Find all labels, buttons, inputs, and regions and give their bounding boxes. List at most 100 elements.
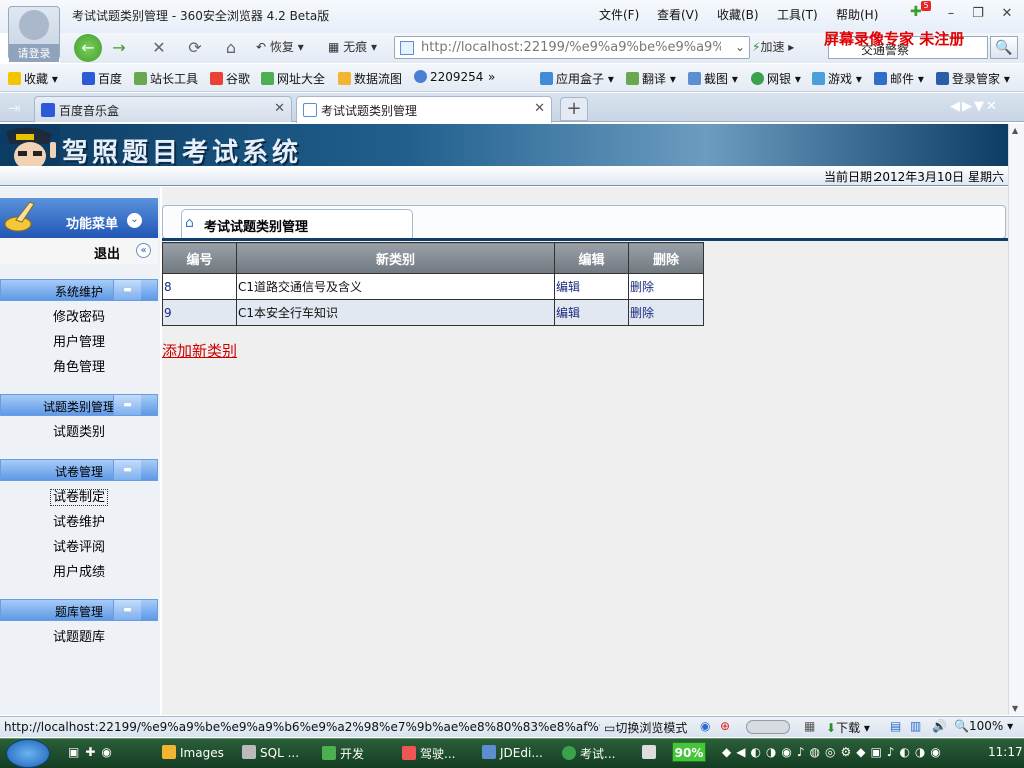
forward-button[interactable]: → xyxy=(106,36,132,60)
refresh-button[interactable]: ⟳ xyxy=(182,36,208,60)
bookmark-mail[interactable]: 邮件 ▾ xyxy=(874,70,924,87)
page-tool-icon[interactable]: ▥ xyxy=(910,719,921,733)
bookmark-sites[interactable]: 网址大全 xyxy=(261,70,325,87)
bookmark-favorites[interactable]: 收藏 ▾ xyxy=(8,70,58,87)
stop-button[interactable]: ✕ xyxy=(146,36,172,60)
bookmark-2209254[interactable]: 2209254 xyxy=(414,70,483,84)
section-system-maintenance[interactable]: 系统维护 ▬ xyxy=(0,279,158,301)
bookmark-games[interactable]: 游戏 ▾ xyxy=(812,70,862,87)
download-button[interactable]: ⬇下载 ▾ xyxy=(826,719,870,736)
taskbar-item-images[interactable]: Images xyxy=(162,745,224,760)
bookmark-dataflow[interactable]: 数据流图 xyxy=(338,70,402,87)
section-question-bank[interactable]: 题库管理 ▬ xyxy=(0,599,158,621)
logout-link[interactable]: 退出 xyxy=(94,243,120,262)
bookmark-google[interactable]: 谷歌 xyxy=(210,70,250,87)
edit-link[interactable]: 编辑 xyxy=(556,306,580,320)
volume-icon[interactable]: 🔊 xyxy=(932,719,947,733)
address-dropdown-icon[interactable]: ⌄ xyxy=(735,40,745,54)
section-question-category[interactable]: 试题类别管理 ▬ xyxy=(0,394,158,416)
delete-link[interactable]: 删除 xyxy=(630,280,654,294)
taskbar-item-dev[interactable]: 开发 xyxy=(322,745,364,762)
section-toggle-icon[interactable]: ▬ xyxy=(113,395,141,415)
back-button[interactable]: ← xyxy=(74,34,102,62)
close-tab-icon[interactable]: ✕ xyxy=(274,101,285,116)
section-toggle-icon[interactable]: ▬ xyxy=(113,460,141,480)
menu-view[interactable]: 查看(V) xyxy=(657,6,699,23)
new-tab-button[interactable]: + xyxy=(560,97,588,121)
security-icon[interactable]: ⊕ xyxy=(720,719,730,733)
bookmark-bank[interactable]: 网银 ▾ xyxy=(751,70,801,87)
close-tab-icon[interactable]: ✕ xyxy=(534,101,545,116)
menu-favorites[interactable]: 收藏(B) xyxy=(717,6,759,23)
logout-row[interactable]: 退出 « xyxy=(0,238,158,264)
sidebar-item-maintain-paper[interactable]: 试卷维护 xyxy=(0,511,158,530)
sidebar-toggle-icon[interactable]: ⇥ xyxy=(8,99,21,117)
bookmark-webmaster[interactable]: 站长工具 xyxy=(134,70,198,87)
restore-button[interactable]: ↶ 恢复 ▾ xyxy=(256,38,304,55)
taskbar-item-driving[interactable]: 驾驶... xyxy=(402,745,455,762)
ie-mode-icon[interactable]: ◉ xyxy=(700,719,710,733)
close-window-icon[interactable]: ✕ xyxy=(998,6,1016,22)
address-text[interactable]: http://localhost:22199/%e9%a9%be%e9%a9%b… xyxy=(421,40,721,55)
accelerate-button[interactable]: ⚡加速 ▸ xyxy=(752,38,794,55)
sidebar-item-question-bank[interactable]: 试题题库 xyxy=(0,626,158,645)
column-header-edit[interactable]: 编辑 xyxy=(554,242,629,274)
menu-tools[interactable]: 工具(T) xyxy=(777,6,818,23)
tab-baidu-music[interactable]: 百度音乐盒 ✕ xyxy=(34,96,292,122)
history-icon[interactable]: ▦ xyxy=(804,719,815,733)
sidebar-item-user-scores[interactable]: 用户成绩 xyxy=(0,561,158,580)
system-tray-icons[interactable]: ◆◀◐◑◉♪◍◎⚙◆▣♪◐◑◉ xyxy=(722,745,946,759)
percent-indicator[interactable]: 90% xyxy=(672,742,706,762)
sidebar-item-user-management[interactable]: 用户管理 xyxy=(0,331,158,350)
menu-file[interactable]: 文件(F) xyxy=(599,6,639,23)
collapse-sidebar-icon[interactable]: « xyxy=(136,243,151,258)
column-header-delete[interactable]: 删除 xyxy=(628,242,704,274)
bookmark-app-box[interactable]: 应用盒子 ▾ xyxy=(540,70,614,87)
edit-link[interactable]: 编辑 xyxy=(556,280,580,294)
user-avatar[interactable]: 请登录 xyxy=(8,6,60,62)
bookmark-baidu[interactable]: 百度 xyxy=(82,70,122,87)
restore-window-icon[interactable]: ❐ xyxy=(969,6,987,22)
scroll-up-icon[interactable]: ▲ xyxy=(1012,126,1018,135)
tab-exam-category[interactable]: 考试试题类别管理 ✕ xyxy=(296,96,552,123)
private-mode-button[interactable]: ▦ 无痕 ▾ xyxy=(328,38,377,55)
zoom-control[interactable]: 🔍100% ▾ xyxy=(954,719,1013,733)
taskbar-item-jdedit[interactable]: JDEdi... xyxy=(482,745,543,760)
search-icon[interactable]: 🔍 xyxy=(990,36,1018,59)
avatar-login-label[interactable]: 请登录 xyxy=(9,44,59,62)
tools-icon[interactable]: ▤ xyxy=(890,719,901,733)
address-bar[interactable]: http://localhost:22199/%e9%a9%be%e9%a9%b… xyxy=(394,36,750,59)
sidebar-item-create-paper[interactable]: 试卷制定 xyxy=(0,486,158,506)
create-paper-label[interactable]: 试卷制定 xyxy=(49,489,109,506)
home-button[interactable]: ⌂ xyxy=(218,36,244,60)
menu-help[interactable]: 帮助(H) xyxy=(836,6,878,23)
tab-scroll-controls[interactable]: ◀▶▼✕ xyxy=(950,99,999,114)
add-category-link[interactable]: 添加新类别 xyxy=(162,340,237,361)
section-toggle-icon[interactable]: ▬ xyxy=(113,600,141,620)
sidebar-item-role-management[interactable]: 角色管理 xyxy=(0,356,158,375)
collapse-menu-icon[interactable]: ⌄ xyxy=(127,213,142,228)
quick-launch-icons[interactable]: ▣✚◉ xyxy=(68,745,118,759)
bookmark-screenshot[interactable]: 截图 ▾ xyxy=(688,70,738,87)
minimize-icon[interactable]: – xyxy=(942,6,960,22)
sidebar-item-question-category[interactable]: 试题类别 xyxy=(0,421,158,440)
taskbar-item-window[interactable] xyxy=(642,745,660,760)
clock[interactable]: 11:17 xyxy=(988,745,1023,759)
section-paper-management[interactable]: 试卷管理 ▬ xyxy=(0,459,158,481)
bookmark-login-manager[interactable]: 登录管家 ▾ xyxy=(936,70,1010,87)
bookmark-translate[interactable]: 翻译 ▾ xyxy=(626,70,676,87)
browse-mode-button[interactable]: ▭切换浏览模式 xyxy=(604,719,687,736)
sidebar-item-change-password[interactable]: 修改密码 xyxy=(0,306,158,325)
taskbar-item-exam[interactable]: 考试... xyxy=(562,745,615,762)
column-header-category[interactable]: 新类别 xyxy=(236,242,555,274)
taskbar-item-sql[interactable]: SQL ... xyxy=(242,745,299,760)
section-toggle-icon[interactable]: ▬ xyxy=(113,280,141,300)
bookmarks-more-button[interactable]: » xyxy=(488,70,495,84)
delete-link[interactable]: 删除 xyxy=(630,306,654,320)
scroll-down-icon[interactable]: ▼ xyxy=(1012,704,1018,713)
start-button[interactable] xyxy=(6,739,50,768)
column-header-id[interactable]: 编号 xyxy=(162,242,237,274)
speed-toggle[interactable] xyxy=(746,720,790,734)
vertical-scrollbar[interactable]: ▲ ▼ xyxy=(1008,124,1024,715)
sidebar-item-review-paper[interactable]: 试卷评阅 xyxy=(0,536,158,555)
